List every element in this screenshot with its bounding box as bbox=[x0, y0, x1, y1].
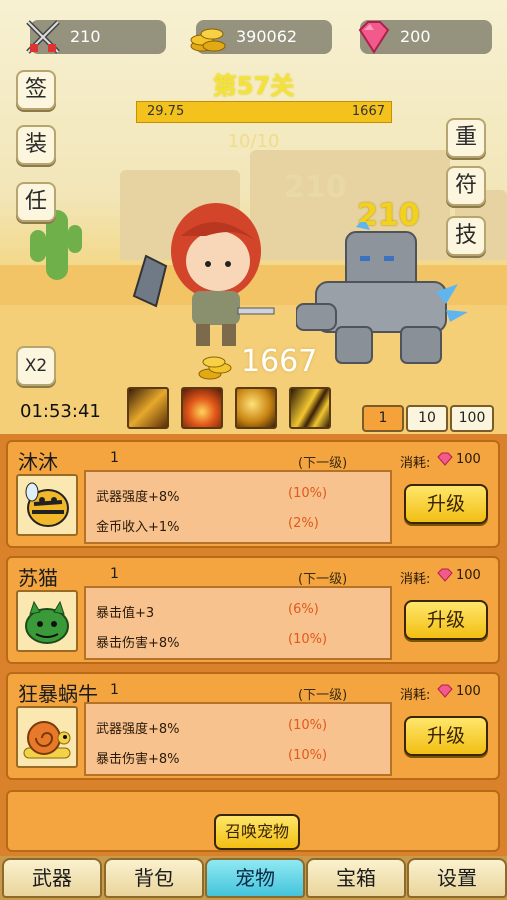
pet-stats: 武器强度+8% (10%) 金币收入+1% (2%) bbox=[84, 470, 392, 544]
snail-pet-icon bbox=[16, 706, 78, 768]
task-button[interactable]: 任 bbox=[16, 182, 56, 222]
stat-next-value: (10%) bbox=[288, 718, 328, 733]
rock-golem-enemy bbox=[296, 222, 468, 364]
upgrade-button[interactable]: 升级 bbox=[404, 484, 488, 524]
stat-row: 暴击伤害+8% (10%) bbox=[96, 748, 327, 767]
hp-max: 1667 bbox=[351, 104, 385, 119]
tab-backpack[interactable]: 背包 bbox=[104, 858, 204, 898]
stat-next-value: (10%) bbox=[288, 748, 328, 763]
cost-value: 100 bbox=[456, 684, 481, 699]
enemy-hp-bar: 29.75 1667 bbox=[136, 101, 392, 123]
stat-row: 武器强度+8% (10%) bbox=[96, 718, 327, 737]
summon-card: 召唤宠物 bbox=[6, 790, 500, 852]
pet-stats: 暴击值+3 (6%) 暴击伤害+8% (10%) bbox=[84, 586, 392, 660]
cactus-decoration bbox=[68, 225, 82, 253]
speed-x2-button[interactable]: X2 bbox=[16, 346, 56, 386]
stat-label: 暴击伤害+8% bbox=[96, 636, 180, 651]
pet-card: 沐沐 1 (下一级) 消耗: 100 武器强度+8% (10%) 金币收入+1%… bbox=[6, 440, 500, 548]
gold-value: 390062 bbox=[236, 27, 298, 46]
gem-resource: 200 bbox=[358, 20, 492, 54]
battle-timer: 01:53:41 bbox=[20, 401, 101, 422]
cost-value: 100 bbox=[456, 568, 481, 583]
tab-pets[interactable]: 宠物 bbox=[205, 858, 305, 898]
stat-next-value: (10%) bbox=[288, 632, 328, 647]
pink-gem-icon bbox=[437, 568, 453, 582]
stat-label: 武器强度+8% bbox=[96, 722, 180, 737]
summon-pet-button[interactable]: 召唤宠物 bbox=[214, 814, 300, 850]
crossed-swords-icon bbox=[26, 20, 60, 54]
bottom-nav: 武器 背包 宠物 宝箱 设置 bbox=[0, 856, 507, 900]
slash-skill-icon[interactable] bbox=[127, 387, 169, 429]
cactus-decoration bbox=[30, 230, 46, 262]
stat-row: 武器强度+8% (10%) bbox=[96, 486, 327, 505]
stat-row: 暴击值+3 (6%) bbox=[96, 602, 319, 621]
next-level-label: (下一级) bbox=[298, 688, 348, 703]
pink-gem-icon bbox=[437, 684, 453, 698]
damage-number-faded: 210 bbox=[284, 170, 347, 205]
coin-drop-amount: 1667 bbox=[241, 344, 318, 379]
pet-level: 1 bbox=[110, 682, 119, 698]
level-title: 第57关 bbox=[212, 72, 295, 100]
gold-skill-icon[interactable] bbox=[235, 387, 277, 429]
pink-gem-icon bbox=[437, 452, 453, 466]
stat-row: 金币收入+1% (2%) bbox=[96, 516, 319, 535]
gem-value: 200 bbox=[400, 27, 431, 46]
stat-row: 暴击伤害+8% (10%) bbox=[96, 632, 327, 651]
pet-level: 1 bbox=[110, 566, 119, 582]
pet-name: 苏猫 bbox=[18, 566, 58, 590]
hero-character bbox=[132, 203, 275, 346]
stat-next-value: (10%) bbox=[288, 486, 328, 501]
upgrade-button[interactable]: 升级 bbox=[404, 716, 488, 756]
next-level-label: (下一级) bbox=[298, 456, 348, 471]
next-level-label: (下一级) bbox=[298, 572, 348, 587]
stat-label: 暴击伤害+8% bbox=[96, 752, 180, 767]
upgrade-button[interactable]: 升级 bbox=[404, 600, 488, 640]
hp-current: 29.75 bbox=[147, 104, 185, 119]
pet-level: 1 bbox=[110, 450, 119, 466]
green-cat-pet-icon bbox=[16, 590, 78, 652]
lightning-skill-icon[interactable] bbox=[289, 387, 331, 429]
cost-value: 100 bbox=[456, 452, 481, 467]
stat-label: 暴击值+3 bbox=[96, 606, 155, 621]
stat-next-value: (6%) bbox=[288, 602, 319, 617]
tab-weapons[interactable]: 武器 bbox=[2, 858, 102, 898]
pet-stats: 武器强度+8% (10%) 暴击伤害+8% (10%) bbox=[84, 702, 392, 776]
pet-name: 沐沐 bbox=[18, 450, 58, 474]
pet-card: 狂暴蜗牛 1 (下一级) 消耗: 100 武器强度+8% (10%) 暴击伤害+… bbox=[6, 672, 500, 780]
tab-treasure-chest[interactable]: 宝箱 bbox=[306, 858, 406, 898]
multiplier-1-button[interactable]: 1 bbox=[362, 405, 404, 432]
cost-label: 消耗: bbox=[400, 688, 431, 703]
pet-panel: 沐沐 1 (下一级) 消耗: 100 武器强度+8% (10%) 金币收入+1%… bbox=[0, 434, 507, 856]
multiplier-100-button[interactable]: 100 bbox=[450, 405, 494, 432]
pet-card: 苏猫 1 (下一级) 消耗: 100 暴击值+3 (6%) 暴击伤害+8% (1… bbox=[6, 556, 500, 664]
battle-scene: 210 390062 200 签 装 任 X2 重 符 技 第57关 29.75… bbox=[0, 0, 507, 434]
gold-coin-stack-icon bbox=[198, 356, 232, 380]
wave-counter: 10/10 bbox=[227, 131, 280, 152]
stat-label: 金币收入+1% bbox=[96, 520, 180, 535]
rune-button[interactable]: 符 bbox=[446, 166, 486, 206]
cost-label: 消耗: bbox=[400, 572, 431, 587]
gold-resource: 390062 bbox=[190, 20, 332, 54]
bee-pet-icon bbox=[16, 474, 78, 536]
stat-next-value: (2%) bbox=[288, 516, 319, 531]
cost-label: 消耗: bbox=[400, 456, 431, 471]
fire-skill-icon[interactable] bbox=[181, 387, 223, 429]
pink-gem-icon bbox=[358, 21, 390, 54]
tab-settings[interactable]: 设置 bbox=[407, 858, 507, 898]
attack-resource: 210 bbox=[26, 20, 166, 54]
gold-coins-icon bbox=[190, 28, 226, 52]
multiplier-10-button[interactable]: 10 bbox=[406, 405, 448, 432]
stat-label: 武器强度+8% bbox=[96, 490, 180, 505]
attack-value: 210 bbox=[70, 27, 101, 46]
